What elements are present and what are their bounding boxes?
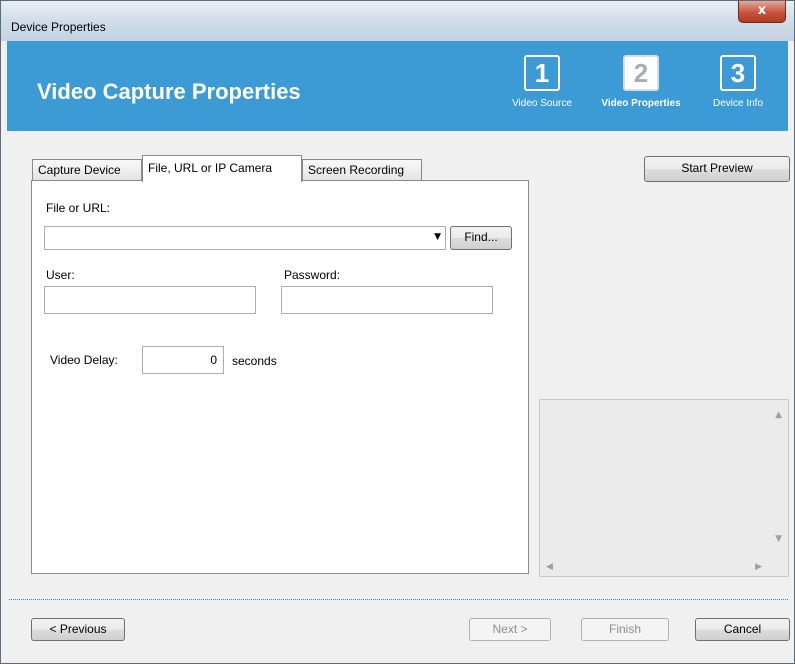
tab-screen-recording[interactable]: Screen Recording xyxy=(302,159,422,181)
tab-panel: File or URL: ▼ Find... User: Password: V… xyxy=(31,180,529,574)
tab-capture-device[interactable]: Capture Device xyxy=(32,159,142,181)
close-button[interactable]: x xyxy=(738,1,786,23)
preview-area: ▲ ▼ ◀ ▶ xyxy=(539,399,789,577)
file-url-label: File or URL: xyxy=(46,201,111,215)
step-number: 2 xyxy=(623,55,659,91)
device-properties-window: Device Properties x Video Capture Proper… xyxy=(0,0,795,664)
footer-separator xyxy=(9,599,788,600)
step-label: Video Properties xyxy=(601,98,681,109)
file-url-combobox[interactable]: ▼ xyxy=(44,226,446,250)
page-title: Video Capture Properties xyxy=(37,79,301,104)
step-video-properties: 2 Video Properties xyxy=(585,55,697,109)
find-button[interactable]: Find... xyxy=(450,226,512,250)
window-title: Device Properties xyxy=(11,20,106,34)
scroll-down-icon[interactable]: ▼ xyxy=(775,534,782,544)
step-video-source: 1 Video Source xyxy=(497,55,587,109)
video-delay-unit: seconds xyxy=(232,354,277,368)
password-label: Password: xyxy=(284,268,341,282)
next-button[interactable]: Next > xyxy=(469,618,551,641)
dropdown-arrow-icon[interactable]: ▼ xyxy=(434,232,441,242)
password-input[interactable] xyxy=(281,286,493,314)
video-delay-label: Video Delay: xyxy=(50,353,118,367)
start-preview-button[interactable]: Start Preview xyxy=(644,156,790,182)
step-label: Device Info xyxy=(712,98,764,109)
user-label: User: xyxy=(46,268,75,282)
scroll-up-icon[interactable]: ▲ xyxy=(775,410,782,420)
tab-file-url-ip-camera[interactable]: File, URL or IP Camera xyxy=(142,155,302,182)
title-bar[interactable]: Device Properties x xyxy=(1,1,794,41)
video-delay-input[interactable]: 0 xyxy=(142,346,224,374)
scroll-left-icon[interactable]: ◀ xyxy=(546,562,553,572)
finish-button[interactable]: Finish xyxy=(581,618,669,641)
step-number: 3 xyxy=(720,55,756,91)
cancel-button[interactable]: Cancel xyxy=(695,618,790,641)
previous-button[interactable]: < Previous xyxy=(31,618,125,641)
step-device-info: 3 Device Info xyxy=(703,55,773,109)
wizard-header: Video Capture Properties 1 Video Source … xyxy=(7,41,788,131)
step-label: Video Source xyxy=(512,98,572,109)
user-input[interactable] xyxy=(44,286,256,314)
scroll-right-icon[interactable]: ▶ xyxy=(755,562,762,572)
close-icon: x xyxy=(757,3,767,18)
step-number: 1 xyxy=(524,55,560,91)
video-delay-value: 0 xyxy=(210,353,217,367)
